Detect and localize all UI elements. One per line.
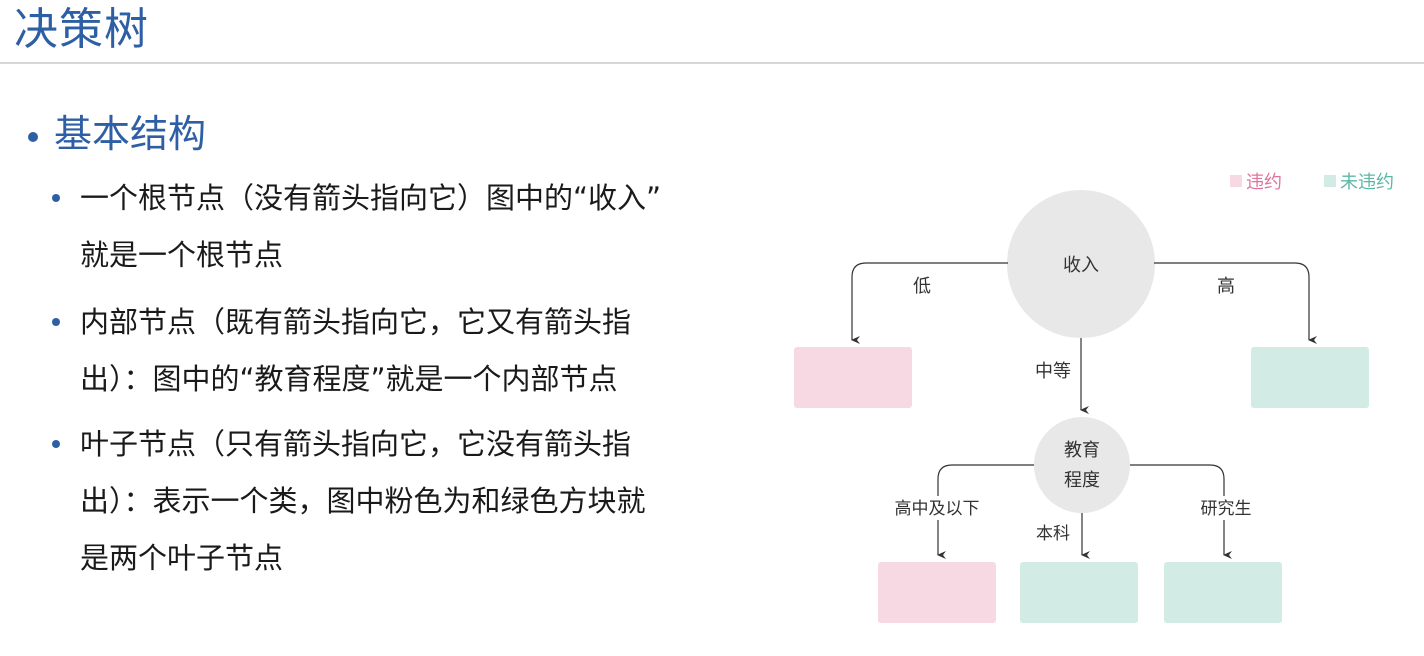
edge-high-label: 高 (1217, 276, 1235, 297)
leaf-bachelor-non-default (1020, 562, 1138, 623)
leaf-low-default (794, 347, 912, 408)
internal-node-label-1: 教育 (1064, 440, 1100, 461)
edge-highschool-label: 高中及以下 (895, 499, 980, 519)
leaf-graduate-non-default (1164, 562, 1282, 623)
edge-high (1154, 262, 1317, 344)
edge-graduate-label: 研究生 (1201, 499, 1252, 519)
root-node-label: 收入 (1063, 255, 1099, 276)
decision-tree-diagram: 收入 低 高 中等 教育 程度 高中及以下 研究生 本科 (794, 190, 1369, 623)
leaf-highschool-default (878, 562, 996, 623)
edge-low (851, 262, 1008, 344)
edge-mid-label: 中等 (1035, 361, 1071, 382)
internal-node-label-2: 程度 (1064, 470, 1100, 491)
edge-low-label: 低 (913, 276, 931, 297)
leaf-high-non-default (1251, 347, 1369, 408)
internal-node (1034, 417, 1130, 513)
edge-bachelor-label: 本科 (1036, 524, 1070, 544)
